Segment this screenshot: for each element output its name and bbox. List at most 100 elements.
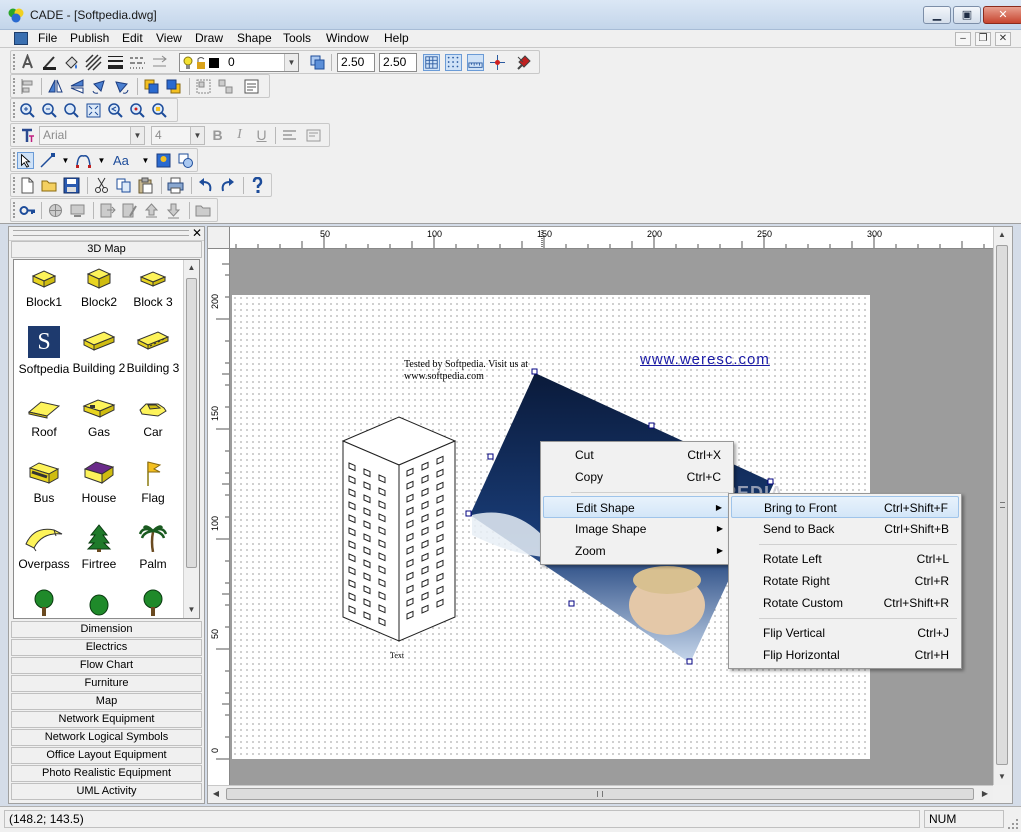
mdi-minimize-button[interactable]: –	[955, 32, 971, 46]
menu-edit[interactable]: Edit	[119, 31, 146, 45]
text-align-icon[interactable]	[281, 127, 298, 144]
shape-item-firtree[interactable]: Firtree	[71, 524, 127, 571]
publish-folder-icon[interactable]	[195, 202, 212, 219]
isometric-building-shape[interactable]	[337, 413, 462, 653]
bring-to-front-icon[interactable]	[143, 78, 160, 95]
menu-item-send-to-back[interactable]: Send to Back Ctrl+Shift+B	[731, 518, 959, 540]
curve-tool-icon[interactable]	[75, 152, 92, 169]
snap-to-grid-icon[interactable]	[445, 54, 462, 71]
toolbar-grip[interactable]	[13, 102, 16, 118]
scrollbar-thumb[interactable]	[226, 788, 974, 800]
hatch-pattern-icon[interactable]	[85, 54, 102, 71]
category-office-layout-equipment[interactable]: Office Layout Equipment	[11, 747, 202, 764]
shape-item-building3[interactable]: Building 3	[125, 330, 181, 375]
zoom-selection-icon[interactable]	[151, 102, 168, 119]
grid-icon[interactable]	[423, 54, 440, 71]
edit-document-icon[interactable]	[121, 202, 138, 219]
menu-tools[interactable]: Tools	[280, 31, 314, 45]
chevron-down-icon[interactable]: ▼	[190, 127, 204, 144]
close-icon[interactable]: ✕	[192, 227, 202, 240]
shape-item-block2[interactable]: Block2	[71, 268, 127, 309]
cut-icon[interactable]	[93, 177, 110, 194]
scrollbar-thumb[interactable]	[186, 278, 197, 568]
menu-item-flip-horizontal[interactable]: Flip Horizontal Ctrl+H	[731, 644, 959, 666]
line-color-icon[interactable]	[41, 54, 58, 71]
menu-draw[interactable]: Draw	[192, 31, 226, 45]
export-icon[interactable]	[99, 202, 116, 219]
zoom-out-icon[interactable]	[41, 102, 58, 119]
text-properties-icon[interactable]	[305, 127, 322, 144]
shape-item-roof[interactable]: Roof	[16, 398, 72, 439]
menu-shape[interactable]: Shape	[234, 31, 275, 45]
shape-properties-icon[interactable]	[243, 78, 260, 95]
copy-icon[interactable]	[115, 177, 132, 194]
ruler-icon[interactable]	[467, 54, 484, 71]
text-color-icon[interactable]	[19, 54, 36, 71]
shape-item-building2[interactable]: Building 2	[71, 330, 127, 375]
scroll-up-icon[interactable]: ▲	[994, 227, 1010, 243]
rotate-right-icon[interactable]	[113, 78, 130, 95]
line-width-field-1[interactable]: 2.50	[337, 53, 375, 72]
menu-item-rotate-right[interactable]: Rotate Right Ctrl+R	[731, 570, 959, 592]
scroll-down-icon[interactable]: ▼	[184, 602, 199, 618]
upload-icon[interactable]	[143, 202, 160, 219]
chevron-down-icon[interactable]: ▼	[130, 127, 144, 144]
text-tool-icon[interactable]	[19, 127, 36, 144]
snap-point-icon[interactable]	[489, 54, 506, 71]
publish-web-icon[interactable]	[47, 202, 64, 219]
note-text[interactable]: Tested by Softpedia. Visit us at www.sof…	[404, 359, 528, 383]
menu-item-copy[interactable]: Copy Ctrl+C	[543, 466, 731, 488]
zoom-window-icon[interactable]	[63, 102, 80, 119]
line-width-field-2[interactable]: 2.50	[379, 53, 417, 72]
menu-file[interactable]: File	[35, 31, 60, 45]
toolbar-grip[interactable]	[13, 177, 16, 193]
shape-item-softpedia[interactable]: S Softpedia	[16, 326, 72, 376]
flip-horizontal-icon[interactable]	[47, 78, 64, 95]
chevron-down-icon[interactable]: ▼	[93, 152, 110, 169]
layer-manager-icon[interactable]	[309, 54, 326, 71]
menu-item-rotate-custom[interactable]: Rotate Custom Ctrl+Shift+R	[731, 592, 959, 614]
insert-image-icon[interactable]	[155, 152, 172, 169]
shape-item-overpass[interactable]: Overpass	[16, 524, 72, 571]
toolbar-grip[interactable]	[13, 127, 16, 143]
flip-vertical-icon[interactable]	[69, 78, 86, 95]
category-flow-chart[interactable]: Flow Chart	[11, 657, 202, 674]
mdi-close-button[interactable]: ✕	[995, 32, 1011, 46]
resize-grip-icon[interactable]	[1007, 818, 1019, 830]
publish-server-icon[interactable]	[69, 202, 86, 219]
paste-icon[interactable]	[137, 177, 154, 194]
properties-tool-icon[interactable]	[515, 54, 532, 71]
download-icon[interactable]	[165, 202, 182, 219]
menu-publish[interactable]: Publish	[67, 31, 112, 45]
send-to-back-icon[interactable]	[165, 78, 182, 95]
menu-item-rotate-left[interactable]: Rotate Left Ctrl+L	[731, 548, 959, 570]
chevron-down-icon[interactable]: ▼	[57, 152, 74, 169]
shape-item-tree-2[interactable]	[125, 588, 181, 624]
arrow-style-icon[interactable]	[151, 54, 168, 71]
maximize-window-button[interactable]: ▣	[953, 6, 981, 24]
shape-item-flag[interactable]: Flag	[125, 460, 181, 505]
category-photo-realistic-equipment[interactable]: Photo Realistic Equipment	[11, 765, 202, 782]
shape-item-palm[interactable]: Palm	[125, 524, 181, 571]
category-network-equipment[interactable]: Network Equipment	[11, 711, 202, 728]
category-3d-map[interactable]: 3D Map	[11, 241, 202, 258]
zoom-fit-icon[interactable]	[85, 102, 102, 119]
chevron-down-icon[interactable]: ▼	[137, 152, 154, 169]
chevron-down-icon[interactable]: ▼	[284, 54, 298, 71]
shape-item-block1[interactable]: Block1	[16, 268, 72, 309]
minimize-window-button[interactable]: ▁	[923, 6, 951, 24]
shape-item-car[interactable]: Car	[125, 398, 181, 439]
scroll-right-icon[interactable]: ▶	[977, 786, 993, 802]
scroll-down-icon[interactable]: ▼	[994, 769, 1010, 785]
mdi-restore-button[interactable]: ❐	[975, 32, 991, 46]
menu-help[interactable]: Help	[381, 31, 412, 45]
undo-icon[interactable]	[197, 177, 214, 194]
line-weight-icon[interactable]	[107, 54, 124, 71]
shape-item-bush[interactable]	[71, 592, 127, 624]
category-furniture[interactable]: Furniture	[11, 675, 202, 692]
category-dimension[interactable]: Dimension	[11, 621, 202, 638]
italic-icon[interactable]: I	[231, 127, 248, 144]
font-name-select[interactable]: Arial ▼	[39, 126, 145, 145]
ungroup-icon[interactable]	[217, 78, 234, 95]
menu-item-flip-vertical[interactable]: Flip Vertical Ctrl+J	[731, 622, 959, 644]
